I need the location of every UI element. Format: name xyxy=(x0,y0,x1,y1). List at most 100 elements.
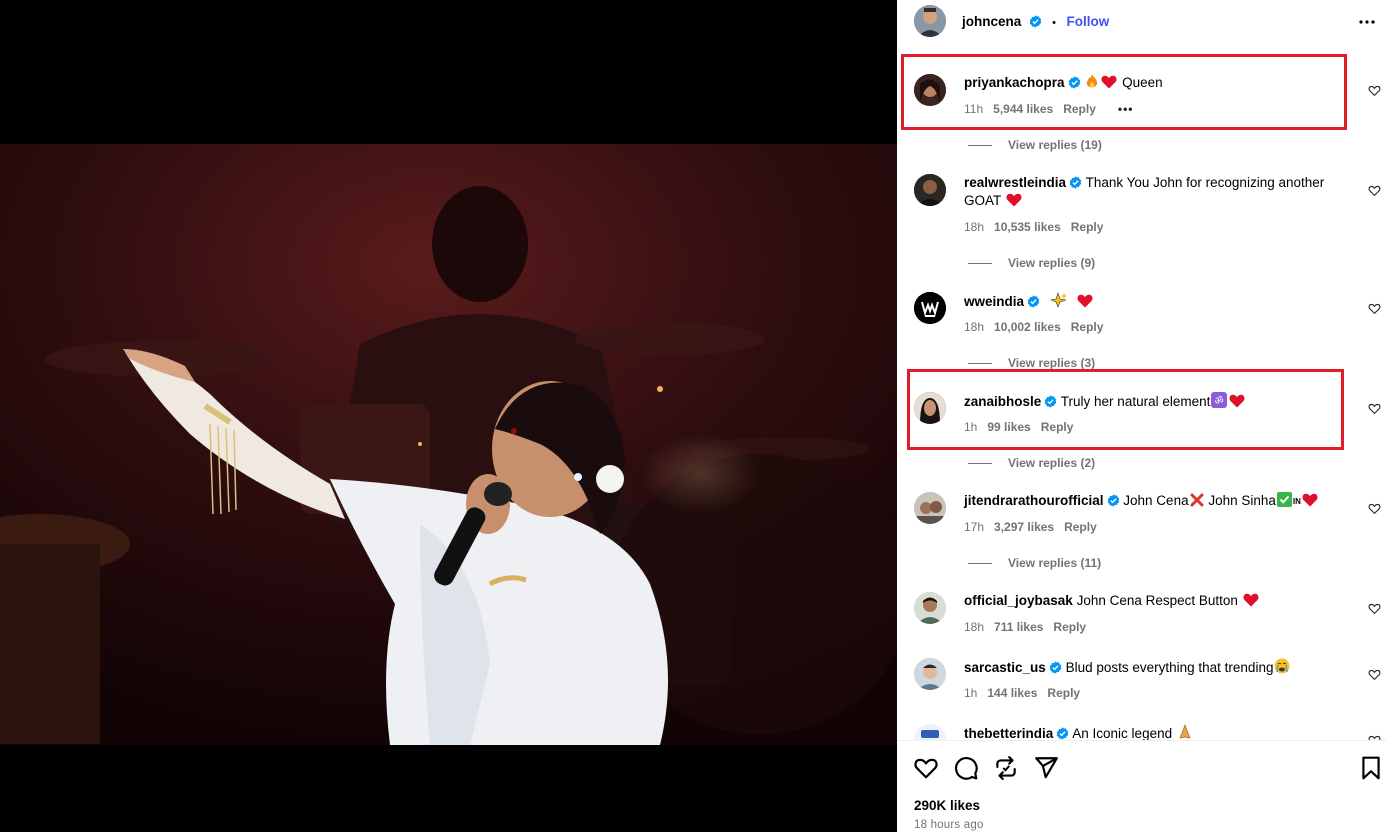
post-timestamp: 18 hours ago xyxy=(914,819,984,831)
commenter-avatar[interactable] xyxy=(914,658,946,690)
author-line: johncena • Follow xyxy=(962,13,1109,31)
verified-badge-icon xyxy=(1069,176,1082,189)
comment-meta: 18h 10,002 likes Reply xyxy=(964,320,1113,334)
comment-like-heart-icon[interactable] xyxy=(1368,668,1381,681)
comment-body: wweindia xyxy=(964,292,1344,311)
sparkles-emoji-icon xyxy=(1049,292,1067,308)
commenter-avatar[interactable] xyxy=(914,592,946,624)
more-options-icon[interactable] xyxy=(1357,12,1377,32)
commenter-avatar-image xyxy=(914,174,946,206)
comment-time: 17h xyxy=(964,520,985,534)
author-avatar[interactable] xyxy=(914,5,946,37)
comment-time: 18h xyxy=(964,320,985,334)
comment-body: realwrestleindia Thank You John for reco… xyxy=(964,174,1344,210)
comment-time: 1h xyxy=(964,686,978,700)
comment-username[interactable]: sarcastic_us xyxy=(964,660,1046,675)
cross-mark-emoji-icon xyxy=(1190,493,1204,507)
send-icon[interactable] xyxy=(1033,755,1059,781)
comment-like-heart-icon[interactable] xyxy=(1368,502,1381,515)
comment-likes[interactable]: 144 likes xyxy=(987,686,1037,700)
comment-meta: 17h 3,297 likes Reply xyxy=(964,520,1107,534)
comment-like-heart-icon[interactable] xyxy=(1368,302,1381,315)
comment-like-heart-icon[interactable] xyxy=(1368,602,1381,615)
concert-photo-illustration xyxy=(0,144,897,745)
verified-badge-icon xyxy=(1027,295,1040,308)
red-heart-emoji-icon xyxy=(1077,294,1093,308)
comment-likes[interactable]: 3,297 likes xyxy=(994,520,1054,534)
comment-text: John Cena Respect Button xyxy=(1076,593,1238,608)
red-heart-emoji-icon xyxy=(1006,193,1022,207)
view-replies-button[interactable]: View replies (11) xyxy=(968,556,1101,570)
comment-like-heart-icon[interactable] xyxy=(1368,84,1381,97)
post-footer: 290K likes 18 hours ago xyxy=(897,740,1387,832)
commenter-avatar-image xyxy=(914,724,946,740)
replies-line xyxy=(968,563,992,565)
reply-button[interactable]: Reply xyxy=(1071,320,1104,334)
comment-text-part: John Sinha xyxy=(1208,493,1276,508)
commenter-avatar[interactable] xyxy=(914,292,946,324)
view-replies-button[interactable]: View replies (19) xyxy=(968,138,1102,152)
comment-like-heart-icon[interactable] xyxy=(1368,402,1381,415)
red-heart-emoji-icon xyxy=(1243,593,1259,607)
replies-line xyxy=(968,363,992,365)
verified-badge-icon xyxy=(1107,494,1119,507)
replies-line xyxy=(968,263,992,265)
highlight-box xyxy=(907,369,1344,450)
post-media[interactable] xyxy=(0,0,897,832)
comment-text: An Iconic legend xyxy=(1072,726,1173,740)
comment-meta: 1h 144 likes Reply xyxy=(964,686,1090,700)
comment-username[interactable]: wweindia xyxy=(964,294,1024,309)
comment-likes[interactable]: 10,535 likes xyxy=(994,220,1061,234)
comment-text: Blud posts everything that trending xyxy=(1065,660,1274,675)
repost-icon[interactable] xyxy=(993,755,1019,781)
reply-button[interactable]: Reply xyxy=(1064,520,1097,534)
highlight-box xyxy=(901,54,1347,130)
like-heart-icon[interactable] xyxy=(913,755,939,781)
comment-like-heart-icon[interactable] xyxy=(1368,184,1381,197)
folded-hands-emoji-icon xyxy=(1179,724,1191,739)
comment-time: 18h xyxy=(964,620,985,634)
comment-likes[interactable]: 10,002 likes xyxy=(994,320,1061,334)
comment-username[interactable]: thebetterindia xyxy=(964,726,1053,740)
comment-text-part: John Cena xyxy=(1123,493,1189,508)
author-username[interactable]: johncena xyxy=(962,14,1021,29)
comment-body: sarcastic_us Blud posts everything that … xyxy=(964,658,1344,677)
check-mark-button-emoji-icon xyxy=(1276,492,1292,507)
commenter-avatar[interactable] xyxy=(914,174,946,206)
post-likes-count[interactable]: 290K likes xyxy=(914,798,980,813)
verified-badge-icon xyxy=(1029,15,1041,28)
crying-face-emoji-icon xyxy=(1274,658,1290,674)
reply-button[interactable]: Reply xyxy=(1071,220,1104,234)
comment-username[interactable]: jitendrarathourofficial xyxy=(964,493,1104,508)
verified-badge-icon xyxy=(1049,661,1062,674)
india-flag-emoji-text: IN xyxy=(1292,497,1301,506)
post-photo xyxy=(0,144,897,745)
view-replies-button[interactable]: View replies (9) xyxy=(968,256,1095,270)
commenter-avatar-image xyxy=(914,658,946,690)
comment-icon[interactable] xyxy=(953,755,979,781)
comment-username[interactable]: realwrestleindia xyxy=(964,175,1066,190)
view-replies-button[interactable]: View replies (2) xyxy=(968,456,1095,470)
follow-button[interactable]: Follow xyxy=(1066,14,1109,29)
view-replies-label: View replies (3) xyxy=(1008,356,1096,370)
comment-username[interactable]: official_joybasak xyxy=(964,593,1073,608)
red-heart-emoji-icon xyxy=(1302,493,1318,507)
commenter-avatar-image xyxy=(914,592,946,624)
commenter-avatar[interactable] xyxy=(914,724,946,740)
view-replies-label: View replies (19) xyxy=(1008,138,1102,152)
replies-line xyxy=(968,463,992,465)
reply-button[interactable]: Reply xyxy=(1053,620,1086,634)
wwe-logo-avatar xyxy=(914,292,946,324)
commenter-avatar-image xyxy=(914,492,946,524)
comment-meta: 18h 10,535 likes Reply xyxy=(964,220,1113,234)
comment-likes[interactable]: 711 likes xyxy=(994,620,1043,634)
author-avatar-image xyxy=(914,5,946,37)
comment-body: thebetterindia An Iconic legend xyxy=(964,724,1344,740)
view-replies-button[interactable]: View replies (3) xyxy=(968,356,1095,370)
comment-body: jitendrarathourofficial John Cena John S… xyxy=(964,492,1344,511)
comment-body: official_joybasak John Cena Respect Butt… xyxy=(964,592,1344,610)
bookmark-icon[interactable] xyxy=(1358,755,1384,781)
reply-button[interactable]: Reply xyxy=(1047,686,1080,700)
commenter-avatar[interactable] xyxy=(914,492,946,524)
comment-meta: 18h 711 likes Reply xyxy=(964,620,1096,634)
